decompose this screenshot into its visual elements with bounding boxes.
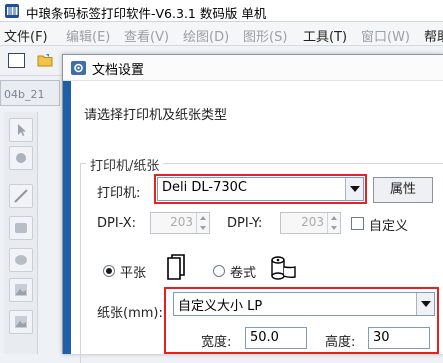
custom-dpi-checkbox[interactable]: [351, 217, 364, 230]
dialog-accent-bar: [63, 81, 71, 354]
rectangle-tool-button[interactable]: [9, 216, 33, 240]
menubar: 文件(F) 编辑(E) 查看(V) 绘图(D) 图形(S) 工具(T) 窗口(W…: [0, 22, 443, 46]
dpi-y-stepper[interactable]: 203: [280, 212, 341, 234]
menu-draw[interactable]: 绘图(D): [183, 26, 229, 45]
groupbox-label: 打印机/纸张: [86, 155, 164, 174]
app-title: 中琅条码标签打印软件-V6.3.1 数码版 单机: [26, 6, 267, 21]
open-folder-icon[interactable]: [37, 53, 54, 68]
menu-window[interactable]: 窗口(W): [361, 26, 410, 45]
height-value: 30: [373, 330, 390, 345]
printer-label: 打印机:: [97, 186, 141, 201]
app-logo-icon: [4, 3, 20, 19]
picture-tool-button[interactable]: [9, 310, 33, 334]
roll-paper-label: 卷式: [230, 266, 257, 281]
stepper-arrows-icon[interactable]: [196, 213, 209, 233]
pan-tool-button[interactable]: [9, 146, 33, 170]
menu-help[interactable]: 帮助: [424, 26, 443, 45]
dialog-prompt: 请选择打印机及纸张类型: [84, 108, 228, 123]
left-toolbox: [4, 112, 38, 354]
roll-paper-radio[interactable]: [213, 265, 225, 277]
width-value: 50.0: [250, 330, 279, 345]
height-field[interactable]: 30: [368, 327, 430, 349]
paper-size-value: 自定义大小 LP: [178, 299, 263, 314]
menu-view[interactable]: 查看(V): [124, 26, 169, 45]
menu-tools[interactable]: 工具(T): [303, 26, 347, 45]
custom-dpi-label: 自定义: [369, 219, 409, 234]
line-tool-button[interactable]: [9, 184, 33, 208]
dpi-y-label: DPI-Y:: [227, 216, 263, 231]
width-field[interactable]: 50.0: [245, 327, 307, 349]
new-document-icon[interactable]: [8, 53, 25, 68]
paper-size-label: 纸张(mm):: [97, 306, 163, 321]
chevron-down-icon[interactable]: [416, 293, 434, 315]
printer-select[interactable]: Deli DL-730C: [157, 177, 364, 201]
ellipse-tool-button[interactable]: [9, 248, 33, 272]
select-tool-button[interactable]: [9, 118, 33, 142]
menu-edit[interactable]: 编辑(E): [66, 26, 110, 45]
menu-file[interactable]: 文件(F): [4, 26, 48, 45]
flat-paper-icon: [165, 253, 187, 281]
paper-size-select[interactable]: 自定义大小 LP: [173, 292, 435, 316]
document-tab-label: 04b_21: [4, 88, 45, 101]
height-label: 高度:: [325, 335, 356, 350]
roll-paper-icon: [269, 255, 301, 283]
menu-shape[interactable]: 图形(S): [243, 26, 287, 45]
dialog-title: 文档设置: [92, 63, 145, 78]
gear-icon: [70, 60, 87, 76]
printer-value: Deli DL-730C: [162, 180, 247, 195]
stepper-arrows-icon[interactable]: [327, 213, 340, 233]
flat-paper-label: 平张: [120, 266, 147, 281]
dpi-x-label: DPI-X:: [97, 216, 137, 231]
dpi-x-stepper[interactable]: 203: [150, 212, 210, 234]
image-tool-button[interactable]: [9, 278, 33, 302]
flat-paper-radio[interactable]: [103, 265, 115, 277]
dpi-x-value: 203: [170, 215, 193, 229]
dpi-y-value: 203: [301, 215, 324, 229]
printer-properties-button[interactable]: 属性: [373, 177, 433, 203]
chevron-down-icon[interactable]: [345, 178, 363, 200]
width-label: 宽度:: [201, 335, 232, 350]
